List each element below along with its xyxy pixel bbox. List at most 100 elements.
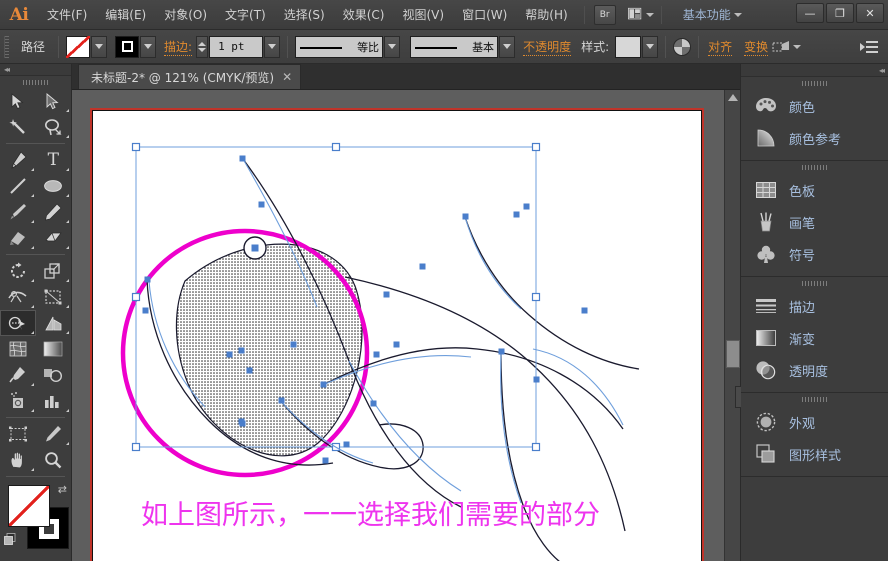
default-fill-stroke-icon[interactable] bbox=[4, 531, 17, 545]
panel-brushes[interactable]: 画笔 bbox=[741, 206, 888, 238]
stepper-up-icon[interactable] bbox=[198, 41, 207, 46]
dock-group-grip-4[interactable] bbox=[741, 393, 888, 406]
transform-button[interactable]: 变换 bbox=[744, 38, 769, 56]
menu-type[interactable]: 文字(T) bbox=[216, 0, 275, 30]
stroke-weight-label[interactable]: 描边: bbox=[164, 38, 193, 56]
menu-help[interactable]: 帮助(H) bbox=[516, 0, 576, 30]
dock-hidden-panel-tab[interactable] bbox=[735, 386, 741, 408]
graphic-style-dropdown[interactable] bbox=[642, 35, 659, 58]
eyedropper-tool[interactable] bbox=[0, 362, 36, 388]
scroll-up-arrow-icon[interactable] bbox=[728, 94, 738, 101]
tab-close-icon[interactable]: ✕ bbox=[282, 71, 292, 83]
menu-edit[interactable]: 编辑(E) bbox=[96, 0, 155, 30]
scale-tool[interactable] bbox=[36, 258, 72, 284]
canvas-vertical-scrollbar[interactable] bbox=[724, 90, 740, 561]
slice-tool[interactable] bbox=[36, 421, 72, 447]
maximize-button[interactable]: ❐ bbox=[826, 3, 854, 23]
panel-appearance[interactable]: 外观 bbox=[741, 406, 888, 438]
stroke-color-swatch[interactable] bbox=[115, 35, 140, 58]
fill-swatch-large[interactable] bbox=[8, 485, 50, 527]
paintbrush-tool[interactable] bbox=[0, 199, 36, 225]
panel-color-guide[interactable]: 颜色参考 bbox=[741, 122, 888, 154]
panel-stroke[interactable]: 描边 bbox=[741, 290, 888, 322]
workspace-switcher[interactable]: 基本功能 bbox=[683, 6, 731, 23]
dock-group-grip-3[interactable] bbox=[741, 277, 888, 290]
control-panel-menu-icon[interactable] bbox=[860, 40, 878, 53]
menu-file[interactable]: 文件(F) bbox=[38, 0, 96, 30]
artboard-annotation-text[interactable]: 如上图所示，一一选择我们需要的部分 bbox=[141, 493, 600, 532]
menu-effect[interactable]: 效果(C) bbox=[334, 0, 394, 30]
width-profile-field[interactable]: 等比 bbox=[295, 35, 384, 58]
selection-tool[interactable] bbox=[0, 88, 36, 114]
fill-swatch-dropdown[interactable] bbox=[91, 35, 108, 58]
stroke-weight-stepper[interactable] bbox=[196, 35, 209, 58]
brush-definition-field[interactable]: 基本 bbox=[410, 35, 499, 58]
gradient-tool[interactable] bbox=[36, 336, 72, 362]
menu-object[interactable]: 对象(O) bbox=[155, 0, 216, 30]
mesh-tool[interactable] bbox=[0, 336, 36, 362]
shape-builder-tool[interactable] bbox=[0, 310, 36, 336]
collapse-tools-icon[interactable]: ◂◂ bbox=[4, 65, 10, 74]
close-button[interactable]: ✕ bbox=[856, 3, 884, 23]
blob-brush-tool[interactable] bbox=[0, 225, 36, 251]
line-segment-tool[interactable] bbox=[0, 173, 36, 199]
panel-graphic-styles[interactable]: 图形样式 bbox=[741, 438, 888, 470]
minimize-button[interactable]: — bbox=[796, 3, 824, 23]
free-transform-tool[interactable] bbox=[36, 284, 72, 310]
collapse-dock-icon[interactable]: ◂◂ bbox=[879, 66, 885, 75]
isolate-chevron-down-icon[interactable] bbox=[793, 44, 802, 49]
symbol-sprayer-tool[interactable] bbox=[0, 388, 36, 414]
menu-select[interactable]: 选择(S) bbox=[275, 0, 334, 30]
rotate-tool[interactable] bbox=[0, 258, 36, 284]
arrange-documents-button[interactable] bbox=[627, 5, 654, 25]
dock-header[interactable]: ◂◂ bbox=[741, 64, 888, 77]
eraser-tool[interactable] bbox=[36, 225, 72, 251]
fill-color-swatch[interactable] bbox=[66, 35, 91, 58]
stroke-weight-input[interactable]: 1 pt bbox=[209, 35, 264, 58]
control-panel-grip[interactable] bbox=[4, 35, 9, 58]
tools-panel-grip[interactable] bbox=[0, 76, 71, 88]
perspective-grid-tool[interactable] bbox=[36, 310, 72, 336]
menu-view[interactable]: 视图(V) bbox=[393, 0, 453, 30]
width-tool[interactable] bbox=[0, 284, 36, 310]
dock-group-grip[interactable] bbox=[741, 77, 888, 90]
column-graph-tool[interactable] bbox=[36, 388, 72, 414]
zoom-tool[interactable] bbox=[36, 447, 72, 473]
artboard-tool[interactable] bbox=[0, 421, 36, 447]
magic-wand-tool[interactable] bbox=[0, 114, 36, 140]
dock-group-grip-2[interactable] bbox=[741, 161, 888, 174]
isolate-selected-object-icon[interactable] bbox=[772, 40, 790, 54]
pen-tool[interactable] bbox=[0, 147, 36, 173]
panel-symbols[interactable]: 符号 bbox=[741, 238, 888, 270]
menu-window[interactable]: 窗口(W) bbox=[453, 0, 516, 30]
pencil-tool[interactable] bbox=[36, 199, 72, 225]
document-canvas[interactable]: 如上图所示，一一选择我们需要的部分 bbox=[72, 90, 740, 561]
go-to-bridge-button[interactable]: Br bbox=[593, 4, 616, 25]
panel-color[interactable]: 颜色 bbox=[741, 90, 888, 122]
panel-gradient[interactable]: 渐变 bbox=[741, 322, 888, 354]
tools-panel-header[interactable]: ◂◂ bbox=[0, 64, 71, 76]
width-profile-dropdown[interactable] bbox=[384, 35, 401, 58]
align-button[interactable]: 对齐 bbox=[708, 38, 733, 56]
ellipse-tool[interactable] bbox=[36, 173, 72, 199]
hand-tool[interactable] bbox=[0, 447, 36, 473]
scrollbar-thumb[interactable] bbox=[726, 340, 740, 368]
workspace-chevron-down-icon[interactable] bbox=[733, 12, 742, 17]
graphic-style-swatch[interactable] bbox=[615, 35, 642, 58]
panel-transparency[interactable]: 透明度 bbox=[741, 354, 888, 386]
stepper-down-icon[interactable] bbox=[198, 47, 207, 52]
stroke-weight-dropdown[interactable] bbox=[264, 35, 281, 58]
blend-tool[interactable] bbox=[36, 362, 72, 388]
brush-definition-dropdown[interactable] bbox=[499, 35, 516, 58]
lasso-tool[interactable] bbox=[36, 114, 72, 140]
artboard[interactable]: 如上图所示，一一选择我们需要的部分 bbox=[90, 108, 704, 561]
stroke-swatch-dropdown[interactable] bbox=[140, 35, 157, 58]
type-tool[interactable]: T bbox=[36, 147, 72, 173]
opacity-label[interactable]: 不透明度 bbox=[523, 38, 572, 56]
panel-swatches[interactable]: 色板 bbox=[741, 174, 888, 206]
document-tab[interactable]: 未标题-2* @ 121% (CMYK/预览) ✕ bbox=[78, 64, 302, 89]
recolor-artwork-icon[interactable] bbox=[673, 37, 692, 56]
panel-color-label: 颜色 bbox=[789, 100, 816, 116]
swap-fill-stroke-icon[interactable]: ⇄ bbox=[58, 483, 67, 496]
direct-selection-tool[interactable] bbox=[36, 88, 72, 114]
